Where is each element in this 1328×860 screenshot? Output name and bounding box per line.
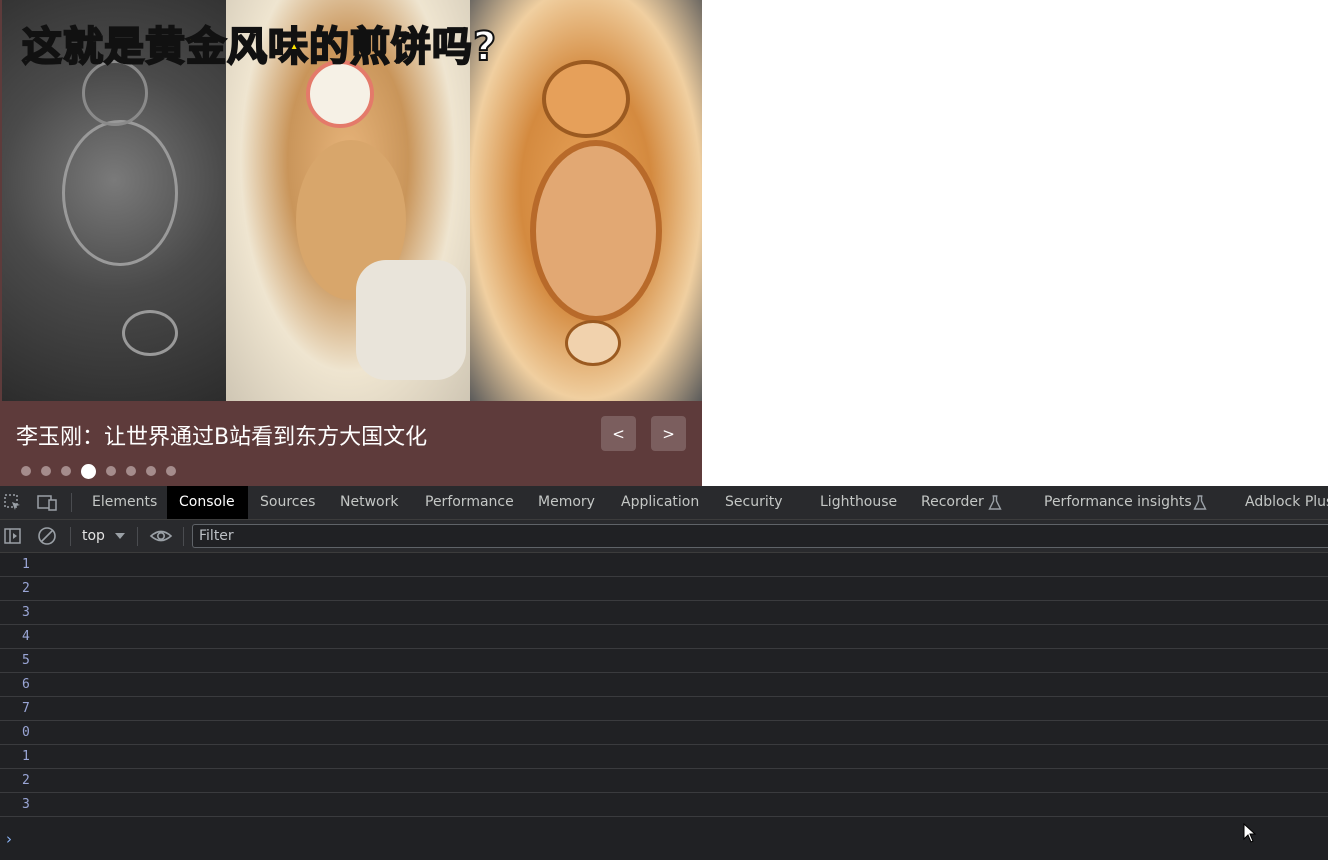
console-message: 3 bbox=[0, 793, 1328, 817]
tab-recorder[interactable]: Recorder bbox=[909, 486, 1032, 519]
console-message: 4 bbox=[0, 625, 1328, 649]
tab-memory[interactable]: Memory bbox=[526, 486, 609, 519]
devtools-panel: Elements Console Sources Network Performance… bbox=[0, 486, 1328, 860]
carousel-dots bbox=[21, 463, 176, 479]
context-selector[interactable]: top bbox=[82, 520, 105, 552]
carousel-dot[interactable] bbox=[106, 466, 116, 476]
console-message: 0 bbox=[0, 721, 1328, 745]
console-message: 2 bbox=[0, 769, 1328, 793]
console-message: 2 bbox=[0, 577, 1328, 601]
tab-label: Sources bbox=[260, 494, 316, 510]
console-message-text: 2 bbox=[22, 581, 30, 596]
toolbar-divider bbox=[137, 527, 138, 546]
carousel-dot[interactable] bbox=[81, 463, 96, 479]
filter-input[interactable] bbox=[192, 524, 1328, 548]
carousel-dot[interactable] bbox=[21, 466, 31, 476]
carousel-next-button[interactable]: > bbox=[651, 416, 686, 451]
device-toolbar-icon[interactable] bbox=[37, 493, 57, 513]
console-prompt[interactable]: › bbox=[6, 830, 12, 848]
slide-panel-pancake bbox=[470, 0, 702, 401]
tab-label: Network bbox=[340, 494, 399, 510]
console-message: 6 bbox=[0, 673, 1328, 697]
tab-label: Application bbox=[621, 494, 700, 510]
carousel-slide-image[interactable]: 这就是黄金风味的煎饼吗? bbox=[2, 0, 702, 401]
console-message: 7 bbox=[0, 697, 1328, 721]
tab-label: Performance bbox=[425, 494, 514, 510]
console-message: 3 bbox=[0, 601, 1328, 625]
flask-icon bbox=[988, 495, 1002, 510]
inspect-element-icon[interactable] bbox=[3, 493, 23, 513]
tab-lighthouse[interactable]: Lighthouse bbox=[808, 486, 909, 519]
console-message: 5 bbox=[0, 649, 1328, 673]
tab-label: Security bbox=[725, 494, 783, 510]
console-message-text: 0 bbox=[22, 725, 30, 740]
tab-network[interactable]: Network bbox=[328, 486, 413, 519]
carousel-caption[interactable]: 李玉刚：让世界通过B站看到东方大国文化 bbox=[16, 419, 427, 451]
tab-label: Console bbox=[179, 494, 235, 510]
tab-console[interactable]: Console bbox=[167, 486, 248, 519]
console-toolbar: top bbox=[0, 520, 1328, 553]
tab-adblock-plus[interactable]: Adblock Plus bbox=[1233, 486, 1328, 519]
tab-security[interactable]: Security bbox=[713, 486, 808, 519]
carousel-caption-bar: 李玉刚：让世界通过B站看到东方大国文化 < > bbox=[0, 401, 702, 486]
carousel-dot[interactable] bbox=[146, 466, 156, 476]
carousel-prev-button[interactable]: < bbox=[601, 416, 636, 451]
flask-icon bbox=[1193, 495, 1207, 510]
tab-label: Memory bbox=[538, 494, 595, 510]
carousel: 这就是黄金风味的煎饼吗? 李玉刚：让世界通过B站看到东方大国文化 < > bbox=[0, 0, 702, 486]
tab-label: Performance insights bbox=[1044, 494, 1192, 510]
carousel-dot[interactable] bbox=[126, 466, 136, 476]
tab-label: Lighthouse bbox=[820, 494, 898, 510]
slide-headline: 这就是黄金风味的煎饼吗? bbox=[21, 23, 498, 71]
carousel-dot[interactable] bbox=[61, 466, 71, 476]
console-message-text: 3 bbox=[22, 605, 30, 620]
toolbar-divider bbox=[70, 527, 71, 546]
console-message-text: 6 bbox=[22, 677, 30, 692]
chevron-down-icon[interactable] bbox=[115, 533, 125, 539]
console-message-text: 7 bbox=[22, 701, 30, 716]
tab-label: Recorder bbox=[921, 494, 984, 510]
console-message: 1 bbox=[0, 553, 1328, 577]
tab-label: Elements bbox=[92, 494, 158, 510]
sidebar-toggle-icon[interactable] bbox=[3, 526, 23, 546]
toolbar-divider bbox=[71, 493, 72, 512]
carousel-dot[interactable] bbox=[166, 466, 176, 476]
tab-elements[interactable]: Elements bbox=[80, 486, 164, 519]
mouse-cursor-icon bbox=[1243, 823, 1257, 843]
clear-console-icon[interactable] bbox=[37, 526, 57, 546]
carousel-dot[interactable] bbox=[41, 466, 51, 476]
toolbar-divider bbox=[183, 527, 184, 546]
tab-sources[interactable]: Sources bbox=[248, 486, 328, 519]
devtools-tabbar: Elements Console Sources Network Performance… bbox=[0, 486, 1328, 520]
console-message-text: 5 bbox=[22, 653, 30, 668]
console-message-text: 4 bbox=[22, 629, 30, 644]
eye-icon[interactable] bbox=[149, 526, 173, 546]
tab-performance[interactable]: Performance bbox=[413, 486, 526, 519]
console-message-text: 2 bbox=[22, 773, 30, 788]
console-message-text: 1 bbox=[22, 557, 30, 572]
tab-application[interactable]: Application bbox=[609, 486, 713, 519]
console-log: 1 2 3 4 5 6 7 0 1 2 3 bbox=[0, 553, 1328, 817]
console-message-text: 1 bbox=[22, 749, 30, 764]
console-message: 1 bbox=[0, 745, 1328, 769]
console-message-text: 3 bbox=[22, 797, 30, 812]
tab-label: Adblock Plus bbox=[1245, 494, 1328, 510]
